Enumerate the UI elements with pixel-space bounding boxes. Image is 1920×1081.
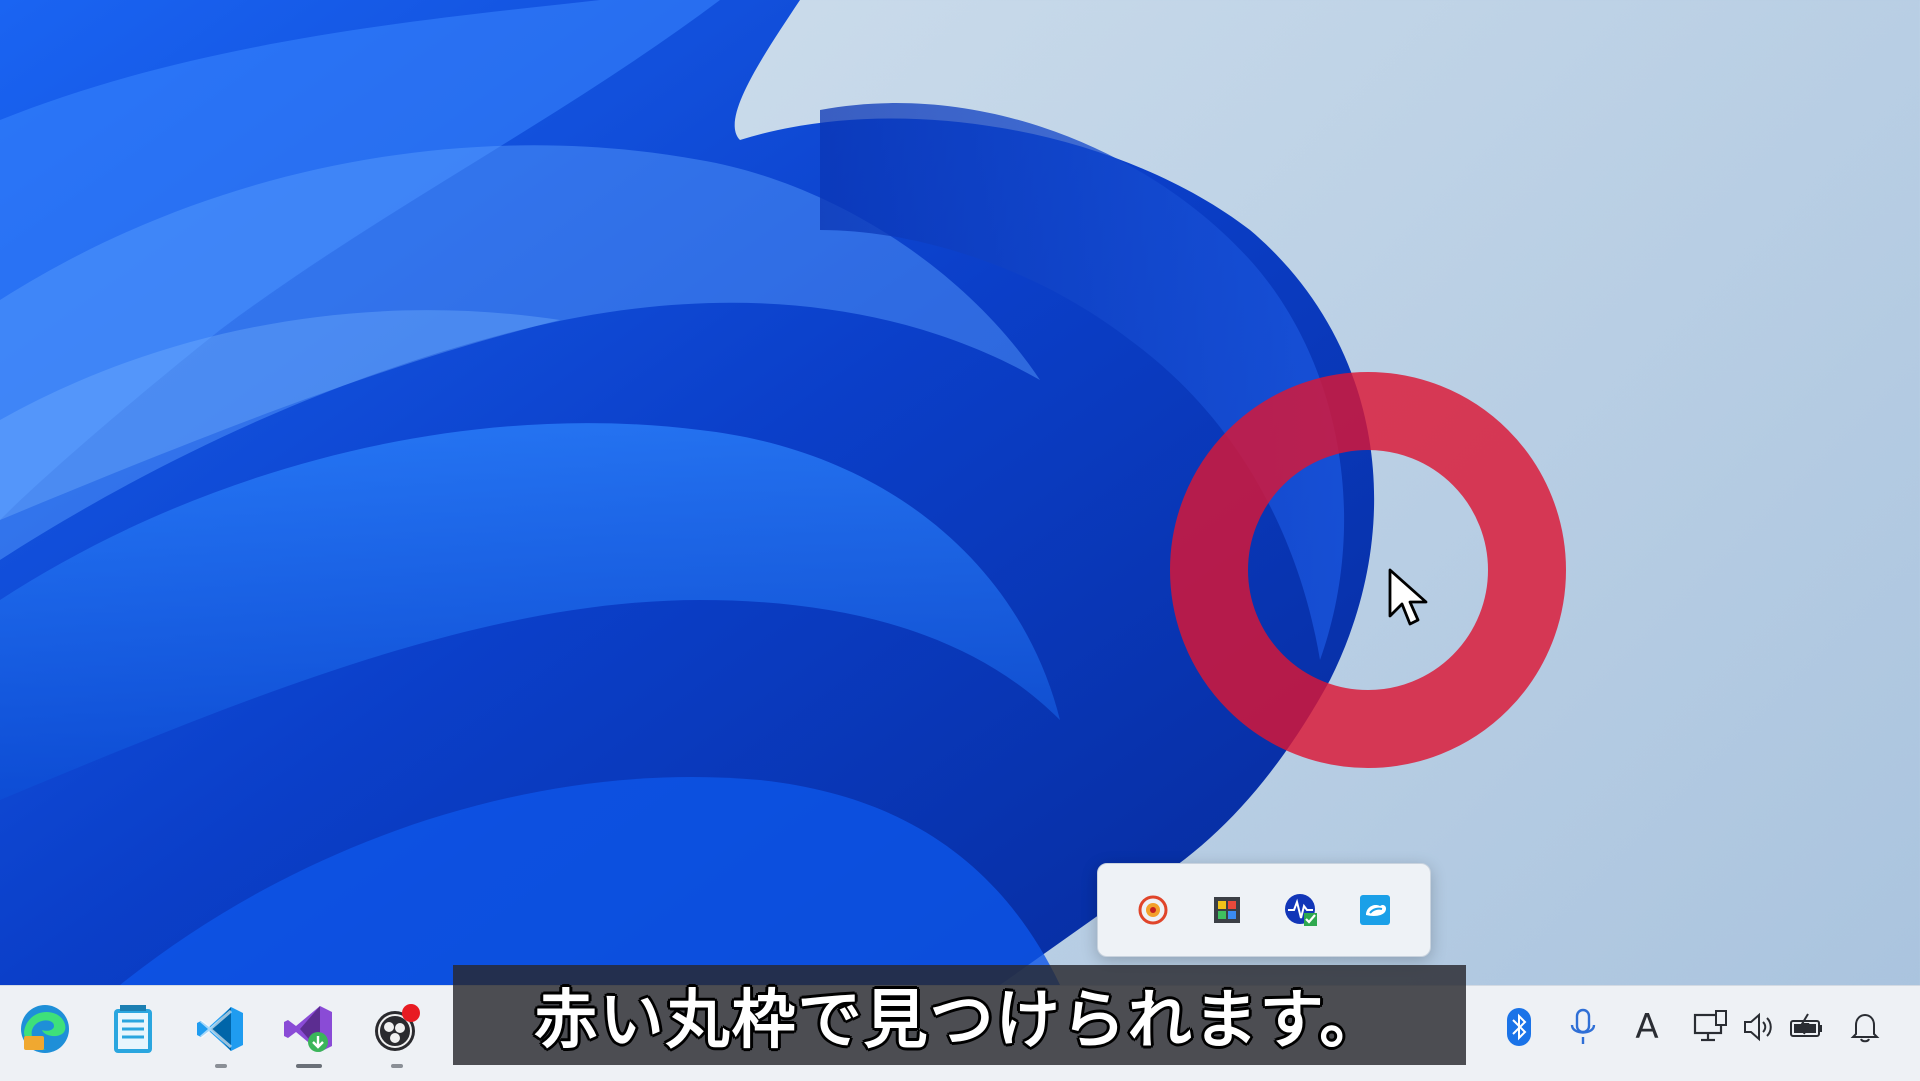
edge-icon[interactable] bbox=[12, 996, 78, 1062]
subtitle-caption: 赤い丸枠で見つけられます。 bbox=[453, 965, 1466, 1065]
color-grid-tray-icon[interactable] bbox=[1205, 888, 1249, 932]
bluetooth-icon[interactable] bbox=[1496, 1004, 1542, 1050]
recorder-tray-icon[interactable] bbox=[1131, 888, 1175, 932]
notification-bell-icon[interactable] bbox=[1842, 1004, 1888, 1050]
ime-mode-label: A bbox=[1635, 1007, 1659, 1047]
app-cloud-tray-icon[interactable] bbox=[1353, 888, 1397, 932]
display-icon[interactable] bbox=[1688, 1004, 1734, 1050]
subtitle-text: 赤い丸枠で見つけられます。 bbox=[533, 984, 1386, 1058]
volume-icon[interactable] bbox=[1736, 1004, 1782, 1050]
ime-mode-icon[interactable]: A bbox=[1624, 1004, 1670, 1050]
mouse-cursor-icon bbox=[1388, 568, 1428, 626]
tray-overflow-flyout bbox=[1097, 863, 1431, 957]
obs-icon[interactable] bbox=[364, 996, 430, 1068]
notepad-icon[interactable] bbox=[100, 996, 166, 1062]
vscode-icon[interactable] bbox=[188, 996, 254, 1068]
microphone-icon[interactable] bbox=[1560, 1004, 1606, 1050]
monitor-check-tray-icon[interactable] bbox=[1279, 888, 1323, 932]
red-highlight-circle bbox=[1170, 372, 1566, 768]
desktop-wallpaper bbox=[0, 0, 1375, 985]
battery-icon[interactable] bbox=[1784, 1004, 1830, 1050]
visual-studio-icon[interactable] bbox=[276, 996, 342, 1068]
